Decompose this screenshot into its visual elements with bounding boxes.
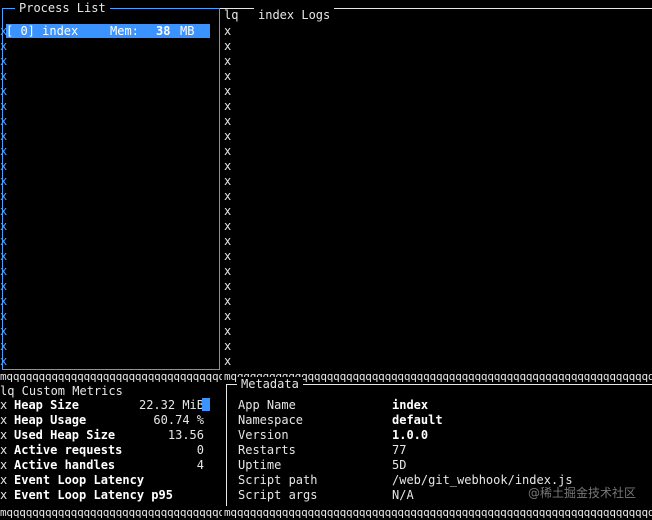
metric-value: 13.56	[167, 428, 204, 442]
metric-label: Active requests	[14, 443, 123, 457]
metric-value: 4	[196, 458, 204, 472]
metadata-key: Version	[238, 428, 289, 442]
process-border-glyphs: x x x x x x x x x x x x x x x x x x x x …	[0, 24, 8, 368]
metadata-value: default	[392, 413, 443, 427]
metric-value: 0	[196, 443, 204, 457]
row-border-glyph: x	[0, 458, 8, 472]
metric-row: x Used Heap Size 13.56	[0, 428, 222, 443]
metadata-value: 77	[392, 443, 407, 457]
row-border-glyph: x	[0, 443, 8, 457]
metric-label: Used Heap Size	[14, 428, 116, 442]
metadata-title: Metadata	[237, 377, 303, 392]
logs-prefix: lq	[224, 8, 239, 22]
metric-row: x Active handles 4	[0, 458, 222, 473]
metadata-value: 5D	[392, 458, 407, 472]
metadata-row: Version 1.0.0	[238, 428, 648, 443]
metric-label: Event Loop Latency	[14, 473, 145, 487]
metric-row: x Event Loop Latency p95	[0, 488, 222, 503]
mem-unit: MB	[180, 24, 195, 38]
row-border-glyph: x	[0, 473, 8, 487]
metadata-key: Restarts	[238, 443, 296, 457]
logs-output[interactable]	[222, 40, 652, 354]
metric-row: x Heap Size 22.32 MiB	[0, 398, 222, 413]
metadata-value: N/A	[392, 488, 414, 502]
metadata-key: Namespace	[238, 413, 304, 427]
metric-value: 22.32 MiB	[138, 398, 204, 412]
metric-label: Event Loop Latency p95	[14, 488, 173, 502]
metric-row: x Event Loop Latency	[0, 473, 222, 488]
metric-label: Heap Size	[14, 398, 80, 412]
metadata-key: Script args	[238, 488, 318, 502]
process-label: [ 0] index	[6, 24, 79, 38]
metric-row: x Heap Usage 60.74 %	[0, 413, 222, 428]
row-border-glyph: x	[0, 413, 8, 427]
metric-label: Heap Usage	[14, 413, 87, 427]
metadata-row: Uptime 5D	[238, 458, 648, 473]
metadata-key: Script path	[238, 473, 318, 487]
separator-line: mqqqqqqqqqqqqqqqqqqqqqqqqqqqqqqqqqqqqqqq…	[0, 370, 222, 383]
row-border-glyph: x	[0, 488, 8, 502]
custom-metrics-title: lq Custom Metrics	[0, 384, 123, 399]
mem-value: 38	[156, 24, 171, 38]
watermark-text: @稀土掘金技术社区	[527, 486, 636, 500]
metadata-key: App Name	[238, 398, 296, 412]
metric-label: Active handles	[14, 458, 116, 472]
metadata-row: Restarts 77	[238, 443, 648, 458]
metadata-key: Uptime	[238, 458, 282, 472]
process-row-index[interactable]: [ 0] index Mem: 38 MB	[6, 24, 210, 38]
cursor	[202, 398, 210, 411]
row-border-glyph: x	[0, 428, 8, 442]
row-border-glyph: x	[0, 398, 8, 412]
process-list-title: Process List	[15, 1, 110, 16]
metadata-row: App Name index	[238, 398, 648, 413]
process-list-panel: Process List	[2, 1, 220, 370]
metadata-row: Namespace default	[238, 413, 648, 428]
metadata-value: index	[392, 398, 429, 412]
mem-label: Mem:	[110, 24, 139, 38]
metric-value: 60.74 %	[153, 413, 204, 427]
logs-title: index Logs	[254, 8, 335, 23]
metadata-value: 1.0.0	[392, 428, 429, 442]
metric-row: x Active requests 0	[0, 443, 222, 458]
